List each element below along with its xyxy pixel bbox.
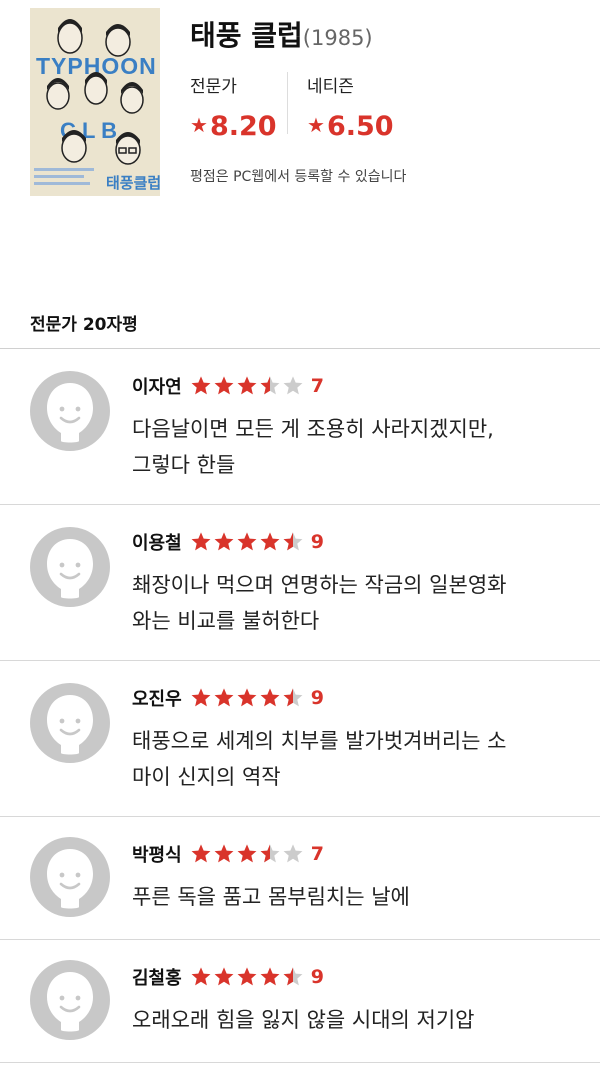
star-rating	[190, 843, 305, 865]
avatar	[30, 837, 110, 917]
review-item: 박평식 7 푸른 독을 품고 몸부림치는 날에	[0, 817, 600, 940]
review-comment-line: 와는 비교를 불허한다	[132, 609, 320, 633]
avatar	[30, 960, 110, 1040]
star-full-icon	[237, 967, 257, 986]
star-full-icon	[237, 688, 257, 707]
reviewer-name: 김철홍	[132, 968, 182, 989]
star-full-icon	[260, 967, 280, 986]
star-rating	[190, 687, 305, 709]
netizen-rating-label: 네티즌	[307, 77, 354, 97]
review-item: 이용철 9 쵀장이나 먹으며 연명하는 작금의 일본영화와는 비교를 불허한다	[0, 505, 600, 661]
review-score: 7	[310, 375, 324, 397]
star-full-icon	[260, 532, 280, 551]
movie-year: (1985)	[302, 26, 373, 50]
review-comment-line: 태풍으로 세계의 치부를 발가벗겨버리는 소	[132, 729, 507, 753]
review-comment: 푸른 독을 품고 몸부림치는 날에	[132, 879, 572, 915]
review-score: 7	[310, 843, 324, 865]
critic-rating-value-line: ★8.20	[190, 111, 277, 142]
review-comment-line: 쵀장이나 먹으며 연명하는 작금의 일본영화	[132, 573, 507, 597]
review-comment-line: 그렇다 한들	[132, 453, 236, 477]
review-comment: 다음날이면 모든 게 조용히 사라지겠지만, 그렇다 한들	[132, 411, 572, 483]
review-item: 이자연 7 다음날이면 모든 게 조용히 사라지겠지만, 그렇다 한들	[0, 349, 600, 505]
star-full-icon	[191, 376, 211, 395]
movie-title-row: 태풍 클럽(1985)	[190, 14, 373, 54]
star-rating	[190, 966, 305, 988]
review-item: 김철홍 9 오래오래 힘을 잃지 않을 시대의 저기압	[0, 940, 600, 1063]
review-header: 박평식 7	[132, 841, 324, 867]
star-full-icon	[214, 376, 234, 395]
review-score: 9	[310, 531, 324, 553]
star-icon: ★	[190, 113, 208, 137]
review-header: 오진우 9	[132, 685, 324, 711]
review-header: 이자연 7	[132, 373, 324, 399]
star-half-icon	[260, 844, 280, 863]
review-comment-line: 푸른 독을 품고 몸부림치는 날에	[132, 885, 410, 909]
movie-title: 태풍 클럽	[190, 19, 303, 52]
review-list: 이자연 7 다음날이면 모든 게 조용히 사라지겠지만, 그렇다 한들이용철 9 쵀장이나…	[0, 349, 600, 1063]
star-full-icon	[260, 688, 280, 707]
star-full-icon	[191, 688, 211, 707]
reviewer-name: 오진우	[132, 689, 182, 710]
star-full-icon	[214, 688, 234, 707]
netizen-rating: 네티즌 ★6.50	[307, 72, 394, 142]
star-empty-icon	[283, 844, 303, 863]
reviewer-name: 이자연	[132, 377, 182, 398]
star-full-icon	[191, 844, 211, 863]
review-comment: 쵀장이나 먹으며 연명하는 작금의 일본영화와는 비교를 불허한다	[132, 567, 572, 639]
review-score: 9	[310, 687, 324, 709]
star-full-icon	[191, 532, 211, 551]
star-full-icon	[237, 844, 257, 863]
section-title: 전문가 20자평	[30, 315, 138, 335]
star-full-icon	[214, 844, 234, 863]
review-comment: 오래오래 힘을 잃지 않을 시대의 저기압	[132, 1002, 572, 1038]
review-comment-line: 오래오래 힘을 잃지 않을 시대의 저기압	[132, 1008, 475, 1032]
rating-note: 평점은 PC웹에서 등록할 수 있습니다	[190, 169, 407, 185]
review-header: 이용철 9	[132, 529, 324, 555]
star-rating	[190, 531, 305, 553]
review-comment-line: 마이 신지의 역작	[132, 765, 281, 789]
star-half-icon	[283, 967, 303, 986]
svg-text:태풍클럽: 태풍클럽	[106, 174, 160, 192]
critic-rating-value: 8.20	[209, 111, 277, 142]
movie-poster[interactable]: TYPHOON C L B 태풍클럽	[30, 8, 160, 196]
star-rating	[190, 375, 305, 397]
star-half-icon	[283, 688, 303, 707]
star-full-icon	[214, 532, 234, 551]
review-score: 9	[310, 966, 324, 988]
star-full-icon	[214, 967, 234, 986]
critic-rating-label: 전문가	[190, 77, 237, 97]
star-icon: ★	[307, 113, 325, 137]
movie-header: TYPHOON C L B 태풍클럽 태풍 클럽(1985) 전문가 ★8.20…	[0, 0, 600, 220]
star-full-icon	[191, 967, 211, 986]
star-full-icon	[237, 376, 257, 395]
star-empty-icon	[283, 376, 303, 395]
critic-rating: 전문가 ★8.20	[190, 72, 277, 142]
star-half-icon	[283, 532, 303, 551]
review-item: 오진우 9 태풍으로 세계의 치부를 발가벗겨버리는 소마이 신지의 역작	[0, 661, 600, 817]
star-half-icon	[260, 376, 280, 395]
avatar	[30, 683, 110, 763]
review-comment: 태풍으로 세계의 치부를 발가벗겨버리는 소마이 신지의 역작	[132, 723, 572, 795]
review-header: 김철홍 9	[132, 964, 324, 990]
netizen-rating-value: 6.50	[326, 111, 394, 142]
star-full-icon	[237, 532, 257, 551]
netizen-rating-value-line: ★6.50	[307, 111, 394, 142]
reviewer-name: 박평식	[132, 845, 182, 866]
avatar	[30, 371, 110, 451]
rating-divider	[287, 72, 288, 134]
review-comment-line: 다음날이면 모든 게 조용히 사라지겠지만,	[132, 417, 494, 441]
avatar	[30, 527, 110, 607]
reviewer-name: 이용철	[132, 533, 182, 554]
